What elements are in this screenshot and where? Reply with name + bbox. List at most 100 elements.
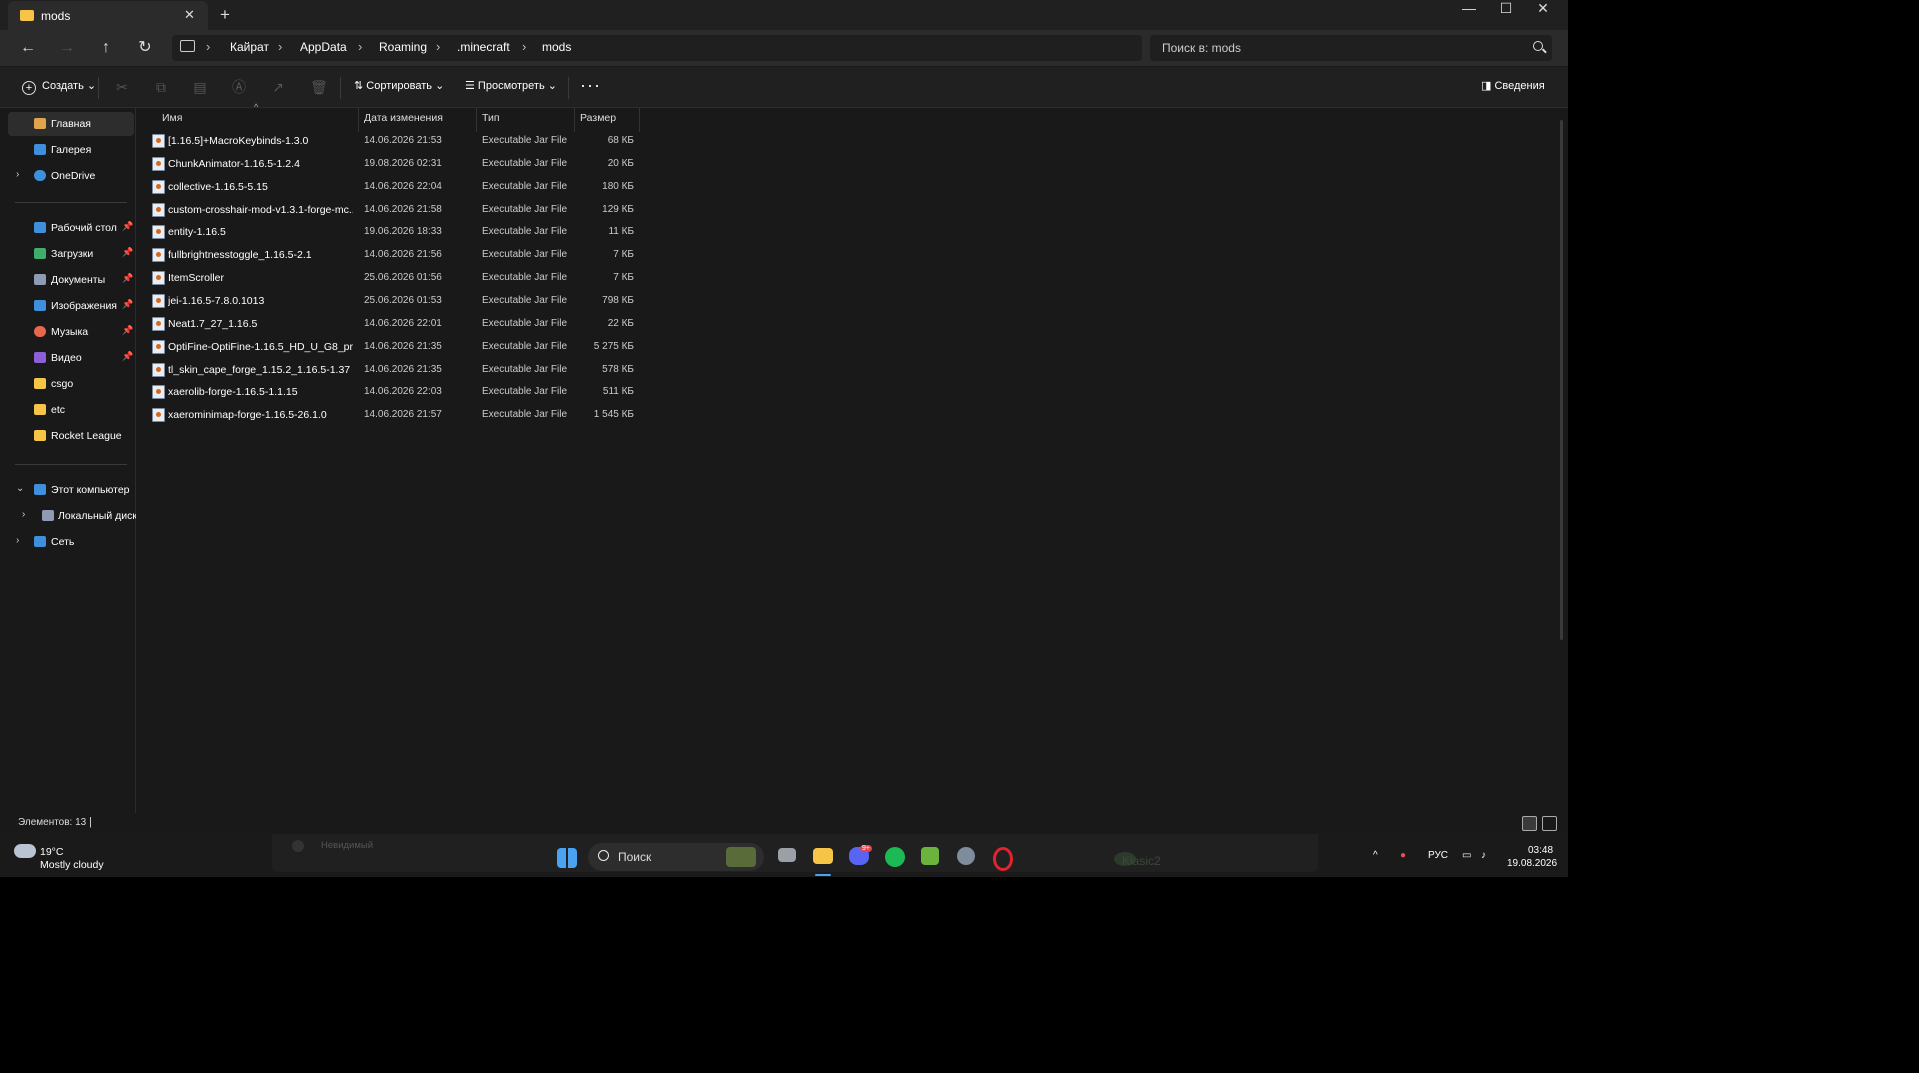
file-row[interactable]: custom-crosshair-mod-v1.3.1-forge-mc... 1… xyxy=(150,199,640,221)
details-view-button[interactable] xyxy=(1522,816,1537,831)
rename-icon[interactable]: Ⓐ xyxy=(231,79,247,95)
column-header-size[interactable]: Размер xyxy=(580,112,616,132)
file-explorer-icon[interactable] xyxy=(813,848,833,864)
file-row[interactable]: [1.16.5]+MacroKeybinds-1.3.0 14.06.2026 2… xyxy=(150,130,640,152)
address-bar[interactable]: › Кайрат › AppData › Roaming › .minecraf… xyxy=(172,35,1142,61)
column-header-type[interactable]: Тип xyxy=(482,112,500,132)
sidebar-item-etc[interactable]: etc xyxy=(8,398,134,422)
pin-icon[interactable]: 📌 xyxy=(122,221,133,232)
column-header-date[interactable]: Дата изменения xyxy=(364,112,443,132)
breadcrumb-appdata[interactable]: AppData xyxy=(300,40,347,54)
share-icon[interactable]: ↗ xyxy=(270,79,286,95)
breadcrumb-roaming[interactable]: Roaming xyxy=(379,40,427,54)
maximize-button[interactable]: ☐ xyxy=(1487,0,1525,30)
file-row[interactable]: Neat1.7_27_1.16.5 14.06.2026 22:01 Executa… xyxy=(150,313,640,335)
back-button[interactable]: ← xyxy=(18,38,38,58)
view-button[interactable]: ☰ Просмотреть ⌄ xyxy=(465,79,557,92)
file-row[interactable]: OptiFine-OptiFine-1.16.5_HD_U_G8_pre2 14.… xyxy=(150,336,640,358)
sort-button[interactable]: ⇅ Сортировать ⌄ xyxy=(354,79,444,92)
more-options-button[interactable]: ··· xyxy=(580,75,601,96)
chevron-down-icon[interactable]: ⌄ xyxy=(16,483,24,494)
forward-button[interactable]: → xyxy=(57,38,77,58)
minecraft-launcher-icon[interactable] xyxy=(921,847,939,865)
sidebar-item-gallery[interactable]: Галерея xyxy=(8,138,134,162)
copy-icon[interactable]: ⧉ xyxy=(153,79,169,95)
chevron-right-icon[interactable]: › xyxy=(16,535,19,546)
scrollbar[interactable] xyxy=(1560,120,1563,640)
column-header-name[interactable]: Имя xyxy=(162,112,182,132)
network-icon xyxy=(34,536,46,547)
start-button[interactable] xyxy=(557,848,577,868)
paste-icon[interactable]: ▤ xyxy=(192,79,208,95)
create-button[interactable]: + Создать ⌄ xyxy=(22,79,96,95)
weather-icon[interactable] xyxy=(14,839,36,858)
sidebar-item-home[interactable]: Главная xyxy=(8,112,134,136)
network-icon[interactable]: ▭ xyxy=(1462,850,1471,861)
clock-time[interactable]: 03:48 xyxy=(1528,845,1553,856)
breadcrumb-kairat[interactable]: Кайрат xyxy=(230,40,269,54)
chevron-up-icon[interactable]: ^ xyxy=(1373,850,1378,861)
breadcrumb-mods[interactable]: mods xyxy=(542,40,571,54)
minimize-button[interactable]: — xyxy=(1450,0,1488,30)
file-row[interactable]: xaerominimap-forge-1.16.5-26.1.0 14.06.20… xyxy=(150,404,640,426)
sidebar-item-video[interactable]: Видео 📌 xyxy=(8,346,134,370)
sidebar-item-pictures[interactable]: Изображения 📌 xyxy=(8,294,134,318)
sidebar-item-downloads[interactable]: Загрузки 📌 xyxy=(8,242,134,266)
sidebar-item-this-pc[interactable]: ⌄ Этот компьютер xyxy=(8,478,134,502)
task-view-icon[interactable] xyxy=(778,848,796,862)
chevron-right-icon[interactable]: › xyxy=(16,169,19,180)
pin-icon[interactable]: 📌 xyxy=(122,273,133,284)
pin-icon[interactable]: 📌 xyxy=(122,247,133,258)
opera-icon[interactable] xyxy=(993,847,1013,871)
sidebar-item-desktop[interactable]: Рабочий стол 📌 xyxy=(8,216,134,240)
cut-icon[interactable]: ✂ xyxy=(114,79,130,95)
search-icon[interactable] xyxy=(1533,41,1543,51)
column-divider[interactable] xyxy=(476,108,477,132)
microphone-icon[interactable]: ● xyxy=(1400,850,1406,861)
pin-icon[interactable]: 📌 xyxy=(122,325,133,336)
pin-icon[interactable]: 📌 xyxy=(122,351,133,362)
sidebar-item-rocket-league[interactable]: Rocket League xyxy=(8,424,134,448)
jar-file-icon xyxy=(152,179,165,194)
file-type: Executable Jar File xyxy=(482,157,568,169)
settings-icon[interactable] xyxy=(957,847,975,865)
tab-mods[interactable]: mods ✕ xyxy=(8,1,208,30)
file-row[interactable]: entity-1.16.5 19.06.2026 18:33 Executable … xyxy=(150,221,640,243)
taskbar-search[interactable]: Поиск xyxy=(588,843,764,871)
file-row[interactable]: ChunkAnimator-1.16.5-1.2.4 19.08.2026 02:… xyxy=(150,153,640,175)
download-icon xyxy=(34,248,46,259)
divider xyxy=(340,77,341,99)
file-row[interactable]: fullbrightnesstoggle_1.16.5-2.1 14.06.202… xyxy=(150,244,640,266)
sidebar-item-network[interactable]: › Сеть xyxy=(8,530,134,554)
jar-file-icon xyxy=(152,271,165,286)
column-divider[interactable] xyxy=(358,108,359,132)
close-button[interactable]: ✕ xyxy=(1524,0,1562,30)
file-row[interactable]: jei-1.16.5-7.8.0.1013 25.06.2026 01:53 Exe… xyxy=(150,290,640,312)
pin-icon[interactable]: 📌 xyxy=(122,299,133,310)
tab-close-icon[interactable]: ✕ xyxy=(184,7,195,23)
column-divider[interactable] xyxy=(574,108,575,132)
chevron-right-icon[interactable]: › xyxy=(22,509,25,520)
tiles-view-button[interactable] xyxy=(1542,816,1557,831)
spotify-icon[interactable] xyxy=(885,847,905,867)
file-row[interactable]: collective-1.16.5-5.15 14.06.2026 22:04 Ex… xyxy=(150,176,640,198)
sidebar-item-documents[interactable]: Документы 📌 xyxy=(8,268,134,292)
file-row[interactable]: xaerolib-forge-1.16.5-1.1.15 14.06.2026 2… xyxy=(150,381,640,403)
refresh-button[interactable]: ↻ xyxy=(135,38,155,58)
input-language[interactable]: РУС xyxy=(1428,850,1448,861)
clock-date[interactable]: 19.08.2026 xyxy=(1507,858,1557,869)
file-row[interactable]: ItemScroller 25.06.2026 01:56 Executable J… xyxy=(150,267,640,289)
volume-icon[interactable]: ♪ xyxy=(1481,850,1486,861)
new-tab-button[interactable]: + xyxy=(220,5,230,25)
breadcrumb-minecraft[interactable]: .minecraft xyxy=(457,40,510,54)
search-input[interactable]: Поиск в: mods xyxy=(1150,35,1552,61)
delete-icon[interactable]: 🗑 xyxy=(310,79,328,95)
sidebar-item-csgo[interactable]: csgo xyxy=(8,372,134,396)
up-button[interactable]: ↑ xyxy=(96,38,116,58)
file-row[interactable]: tl_skin_cape_forge_1.15.2_1.16.5-1.37 14.… xyxy=(150,359,640,381)
sidebar-item-local-disk[interactable]: › Локальный диск xyxy=(8,504,137,528)
sidebar-item-onedrive[interactable]: › OneDrive xyxy=(8,164,134,188)
column-divider[interactable] xyxy=(639,108,640,132)
details-button[interactable]: ◨ Сведения xyxy=(1481,79,1545,92)
sidebar-item-music[interactable]: Музыка 📌 xyxy=(8,320,134,344)
